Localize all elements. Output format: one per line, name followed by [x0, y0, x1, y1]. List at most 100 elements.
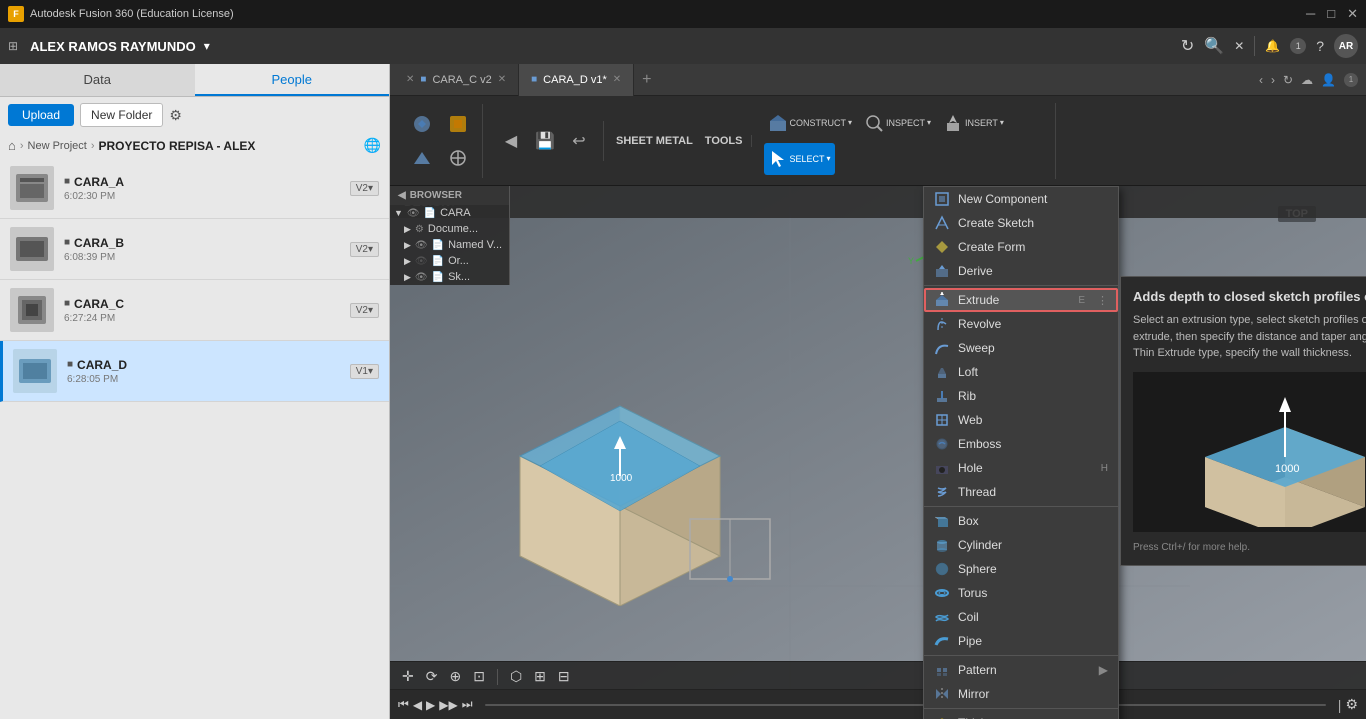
new-folder-button[interactable]: New Folder: [80, 103, 163, 127]
tab-cara-c[interactable]: ✕ ■ CARA_C v2 ✕: [394, 64, 519, 96]
minimize-button[interactable]: ─: [1306, 6, 1315, 22]
play-pause-button[interactable]: ▶: [426, 698, 435, 712]
list-item[interactable]: ■ CARA_C 6:27:24 PM V2▾: [0, 280, 389, 341]
select-btn[interactable]: SELECT ▾: [764, 143, 835, 175]
fit-icon[interactable]: ⊡: [469, 666, 489, 687]
back-icon[interactable]: ◀: [495, 125, 527, 157]
visibility-icon[interactable]: 👁: [415, 272, 428, 283]
ribbon-btn[interactable]: [442, 142, 474, 174]
list-item[interactable]: ■ CARA_A 6:02:30 PM V2▾: [0, 158, 389, 219]
ribbon-btn[interactable]: [406, 108, 438, 140]
file-version-badge[interactable]: V2▾: [350, 181, 379, 196]
tab-close-btn[interactable]: ✕: [613, 74, 621, 85]
zoom-icon[interactable]: ⊕: [445, 666, 465, 687]
menu-item-more-icon[interactable]: ⋮: [1097, 294, 1108, 307]
browser-item[interactable]: ▼ 👁 📄 CARA: [390, 205, 509, 221]
close-icon[interactable]: ✕: [1234, 39, 1244, 53]
tools-label[interactable]: TOOLS: [705, 135, 743, 147]
ribbon-btn[interactable]: [442, 108, 474, 140]
menu-item-new-component[interactable]: New Component: [924, 187, 1118, 211]
bell-icon[interactable]: 🔔: [1265, 39, 1280, 53]
menu-item-box[interactable]: Box: [924, 509, 1118, 533]
grid-icon[interactable]: ⊟: [554, 666, 574, 687]
menu-item-thicken[interactable]: Thicken: [924, 711, 1118, 719]
settings-button[interactable]: ⚙: [169, 107, 182, 124]
tab-add-button[interactable]: +: [634, 71, 659, 89]
expand-icon[interactable]: ▶: [404, 224, 411, 235]
save-icon[interactable]: 💾: [529, 125, 561, 157]
menu-item-sphere[interactable]: Sphere: [924, 557, 1118, 581]
list-item[interactable]: ■ CARA_B 6:08:39 PM V2▾: [0, 219, 389, 280]
settings-icon[interactable]: ⚙: [415, 224, 424, 235]
search-icon[interactable]: 🔍: [1204, 36, 1224, 56]
play-last-button[interactable]: ⏭: [462, 697, 473, 712]
avatar[interactable]: AR: [1334, 34, 1358, 58]
grid-icon[interactable]: ⊞: [8, 39, 18, 53]
dropdown-arrow-icon[interactable]: ▾: [204, 39, 210, 53]
breadcrumb-link1[interactable]: New Project: [28, 140, 87, 152]
expand-icon[interactable]: ▼: [394, 208, 403, 218]
menu-item-coil[interactable]: Coil: [924, 605, 1118, 629]
menu-item-create-form[interactable]: Create Form: [924, 235, 1118, 259]
undo-icon[interactable]: ↩: [563, 125, 595, 157]
menu-item-torus[interactable]: Torus: [924, 581, 1118, 605]
settings-button[interactable]: ⚙: [1345, 696, 1358, 713]
inspect-btn[interactable]: INSPECT ▾: [860, 107, 935, 139]
tab-data[interactable]: Data: [0, 64, 195, 96]
breadcrumb-home-icon[interactable]: ⌂: [8, 138, 16, 153]
next-tab-icon[interactable]: ›: [1271, 73, 1275, 87]
menu-item-extrude[interactable]: Extrude E ⋮: [924, 288, 1118, 312]
expand-icon[interactable]: ▶: [404, 256, 411, 267]
help-icon[interactable]: ?: [1316, 38, 1324, 54]
visibility-icon[interactable]: 👁: [415, 240, 428, 251]
construct-btn[interactable]: CONSTRUCT ▾: [764, 107, 857, 139]
menu-item-create-sketch[interactable]: Create Sketch: [924, 211, 1118, 235]
menu-item-mirror[interactable]: Mirror: [924, 682, 1118, 706]
tab-close-btn[interactable]: ✕: [498, 74, 506, 85]
pan-icon[interactable]: ✛: [398, 666, 418, 687]
play-prev-button[interactable]: ◀: [413, 698, 422, 712]
sheet-metal-label[interactable]: SHEET METAL: [616, 135, 693, 147]
window-controls[interactable]: ─ □ ✕: [1306, 6, 1358, 22]
list-item[interactable]: ■ CARA_D 6:28:05 PM V1▾: [0, 341, 389, 402]
breadcrumb-globe-icon[interactable]: 🌐: [364, 137, 381, 154]
menu-item-pipe[interactable]: Pipe: [924, 629, 1118, 653]
section-icon[interactable]: ⊞: [530, 666, 550, 687]
visibility-icon[interactable]: 👁: [415, 256, 428, 267]
menu-item-rib[interactable]: Rib: [924, 384, 1118, 408]
menu-item-loft[interactable]: Loft: [924, 360, 1118, 384]
display-icon[interactable]: ⬡: [506, 666, 526, 687]
browser-item[interactable]: ▶ 👁 📄 Named V...: [390, 237, 509, 253]
timeline-track[interactable]: [485, 704, 1326, 706]
file-version-badge[interactable]: V2▾: [350, 303, 379, 318]
browser-item[interactable]: ▶ 👁 📄 Sk...: [390, 269, 509, 285]
browser-item[interactable]: ▶ ⚙ Docume...: [390, 221, 509, 237]
file-version-badge[interactable]: V1▾: [350, 364, 379, 379]
close-button[interactable]: ✕: [1347, 6, 1358, 22]
user-name[interactable]: ALEX RAMOS RAYMUNDO: [30, 39, 196, 54]
menu-item-emboss[interactable]: Emboss: [924, 432, 1118, 456]
menu-item-cylinder[interactable]: Cylinder: [924, 533, 1118, 557]
upload-button[interactable]: Upload: [8, 104, 74, 126]
expand-icon[interactable]: ▶: [404, 240, 411, 251]
file-version-badge[interactable]: V2▾: [350, 242, 379, 257]
refresh-icon[interactable]: ↻: [1283, 73, 1293, 87]
cloud-icon[interactable]: ☁: [1301, 73, 1313, 87]
menu-item-revolve[interactable]: Revolve: [924, 312, 1118, 336]
prev-tab-icon[interactable]: ‹: [1259, 73, 1263, 87]
menu-item-web[interactable]: Web: [924, 408, 1118, 432]
menu-item-thread[interactable]: Thread: [924, 480, 1118, 504]
play-first-button[interactable]: ⏮: [398, 697, 409, 712]
expand-icon[interactable]: ▶: [404, 272, 411, 283]
browser-collapse-icon[interactable]: ◀: [398, 190, 406, 201]
ribbon-btn[interactable]: [406, 142, 438, 174]
refresh-icon[interactable]: ↻: [1181, 36, 1194, 56]
tab-people[interactable]: People: [195, 64, 390, 96]
play-next-button[interactable]: ▶▶: [439, 698, 457, 712]
menu-item-hole[interactable]: Hole H: [924, 456, 1118, 480]
menu-item-derive[interactable]: Derive: [924, 259, 1118, 283]
restore-button[interactable]: □: [1327, 6, 1335, 22]
tab-cara-d[interactable]: ■ CARA_D v1* ✕: [519, 64, 634, 96]
menu-item-sweep[interactable]: Sweep: [924, 336, 1118, 360]
menu-item-pattern[interactable]: Pattern ▶: [924, 658, 1118, 682]
